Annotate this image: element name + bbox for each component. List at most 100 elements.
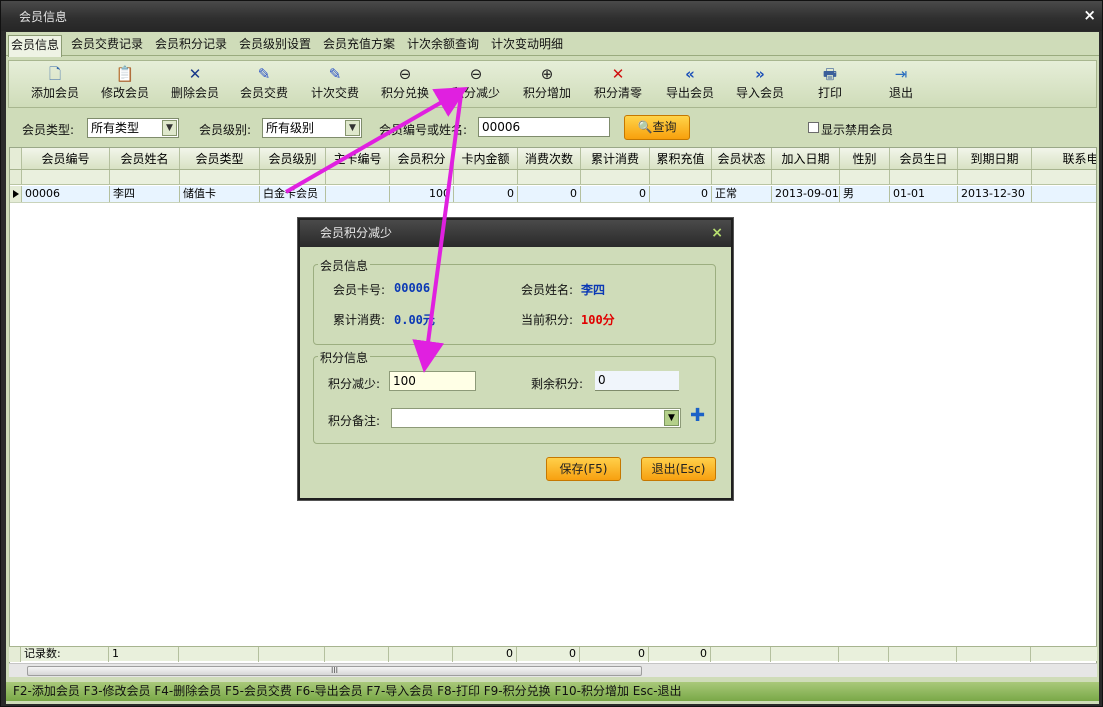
column-header[interactable]: 累计消费 <box>581 148 650 169</box>
column-header[interactable]: 加入日期 <box>772 148 840 169</box>
cell-gender[interactable]: 男 <box>840 186 890 202</box>
member-level-select[interactable]: 所有级别 ▼ <box>262 118 362 138</box>
cell-phone[interactable] <box>1032 186 1096 202</box>
points-increase-button[interactable]: ⊕ 积分增加 <box>514 63 580 105</box>
tab-points-records[interactable]: 会员积分记录 <box>153 35 229 56</box>
tab-count-changes[interactable]: 计次变动明细 <box>489 35 565 56</box>
filter-cell[interactable] <box>260 170 326 184</box>
points-reduce-input[interactable]: 100 <box>389 371 476 391</box>
chevron-down-icon[interactable]: ▼ <box>162 120 177 136</box>
toolbar-label: 积分清零 <box>593 86 642 100</box>
filter-cell[interactable] <box>712 170 772 184</box>
filter-cell[interactable] <box>326 170 390 184</box>
cell-join-date[interactable]: 2013-09-01 <box>772 186 840 202</box>
toolbar-label: 会员交费 <box>239 86 288 100</box>
window-title: 会员信息 <box>19 10 68 24</box>
dialog-exit-button[interactable]: 退出(Esc) <box>641 457 716 481</box>
points-note-combo[interactable]: ▼ <box>391 408 681 428</box>
column-header[interactable]: 卡内金额 <box>454 148 518 169</box>
filter-cell[interactable] <box>110 170 180 184</box>
column-header[interactable]: 会员姓名 <box>110 148 180 169</box>
cell-expire-date[interactable]: 2013-12-30 <box>958 186 1032 202</box>
chevron-down-icon[interactable]: ▼ <box>345 120 360 136</box>
cell-consume-count[interactable]: 0 <box>518 186 581 202</box>
member-type-select[interactable]: 所有类型 ▼ <box>87 118 179 138</box>
column-header[interactable]: 会员级别 <box>260 148 326 169</box>
filter-cell[interactable] <box>454 170 518 184</box>
points-redeem-button[interactable]: ⊖ 积分兑换 <box>372 63 438 105</box>
cell-main-card[interactable] <box>326 186 390 202</box>
column-header[interactable]: 会员生日 <box>890 148 958 169</box>
dialog-title-bar: 会员积分减少 × <box>300 220 731 247</box>
export-member-button[interactable]: « 导出会员 <box>657 63 723 105</box>
filter-cell[interactable] <box>390 170 454 184</box>
member-info-group: 会员信息 会员卡号: 00006 会员姓名: 李四 累计消费: 0.00元 当前… <box>313 257 716 345</box>
table-row[interactable]: 00006 李四 储值卡 白金卡会员 100 0 0 0 0 正常 2013-0… <box>10 186 1096 203</box>
footer-cell <box>179 647 259 662</box>
cell-member-name[interactable]: 李四 <box>110 186 180 202</box>
points-clear-button[interactable]: ✕ 积分清零 <box>585 63 651 105</box>
query-button[interactable]: 🔍查询 <box>624 115 690 140</box>
toolbar-label: 退出 <box>888 86 913 100</box>
grid-filter-row <box>10 170 1096 185</box>
scrollbar-thumb[interactable]: III <box>27 666 642 676</box>
filter-cell[interactable] <box>890 170 958 184</box>
member-payment-button[interactable]: ✎ 会员交费 <box>231 63 297 105</box>
filter-cell[interactable] <box>958 170 1032 184</box>
column-header[interactable]: 会员类型 <box>180 148 260 169</box>
filter-cell[interactable] <box>581 170 650 184</box>
filter-cell[interactable] <box>772 170 840 184</box>
import-member-button[interactable]: » 导入会员 <box>727 63 793 105</box>
save-button[interactable]: 保存(F5) <box>546 457 621 481</box>
column-header[interactable]: 主卡编号 <box>326 148 390 169</box>
add-member-button[interactable]: 🗋 添加会员 <box>22 63 88 105</box>
cell-member-id[interactable]: 00006 <box>22 186 110 202</box>
cell-points[interactable]: 100 <box>390 186 454 202</box>
search-input[interactable]: 00006 <box>478 117 610 137</box>
cell-total-recharge[interactable]: 0 <box>650 186 712 202</box>
import-icon: » <box>755 65 765 83</box>
points-reduce-button[interactable]: ⊖ 积分减少 <box>443 63 509 105</box>
cell-birthday[interactable]: 01-01 <box>890 186 958 202</box>
edit-member-button[interactable]: 📋 修改会员 <box>92 63 158 105</box>
exit-button[interactable]: ⇥ 退出 <box>868 63 934 105</box>
column-header[interactable]: 到期日期 <box>958 148 1032 169</box>
total-consume-label: 累计消费: <box>333 313 386 327</box>
pen-icon: ✎ <box>257 65 271 83</box>
cell-status[interactable]: 正常 <box>712 186 772 202</box>
tab-payment-records[interactable]: 会员交费记录 <box>69 35 145 56</box>
close-icon[interactable]: × <box>1083 6 1096 24</box>
filter-cell[interactable] <box>840 170 890 184</box>
column-header[interactable]: 会员状态 <box>712 148 772 169</box>
column-header[interactable]: 消费次数 <box>518 148 581 169</box>
cell-member-level[interactable]: 白金卡会员 <box>260 186 326 202</box>
filter-cell[interactable] <box>1032 170 1096 184</box>
filter-cell[interactable] <box>22 170 110 184</box>
print-button[interactable]: 🖶 打印 <box>797 63 863 105</box>
tab-level-settings[interactable]: 会员级别设置 <box>237 35 313 56</box>
add-note-icon[interactable]: ✚ <box>690 405 705 426</box>
column-header[interactable]: 会员编号 <box>22 148 110 169</box>
tab-recharge-plans[interactable]: 会员充值方案 <box>321 35 397 56</box>
cell-balance[interactable]: 0 <box>454 186 518 202</box>
current-points-label: 当前积分: <box>521 313 574 327</box>
column-header[interactable]: 累积充值 <box>650 148 712 169</box>
filter-cell[interactable] <box>650 170 712 184</box>
cell-member-type[interactable]: 储值卡 <box>180 186 260 202</box>
cell-total-consume[interactable]: 0 <box>581 186 650 202</box>
close-icon[interactable]: × <box>711 220 723 247</box>
delete-member-button[interactable]: ✕ 删除会员 <box>162 63 228 105</box>
filter-cell[interactable] <box>180 170 260 184</box>
column-header[interactable]: 性别 <box>840 148 890 169</box>
tab-member-info[interactable]: 会员信息 <box>8 35 63 57</box>
current-row-indicator <box>10 186 22 202</box>
count-payment-button[interactable]: ✎ 计次交费 <box>302 63 368 105</box>
filter-cell[interactable] <box>518 170 581 184</box>
column-header[interactable]: 会员积分 <box>390 148 454 169</box>
show-disabled-checkbox[interactable] <box>808 122 819 133</box>
footer-cell <box>771 647 839 662</box>
chevron-down-icon[interactable]: ▼ <box>664 410 679 426</box>
horizontal-scrollbar[interactable]: III <box>9 663 1097 677</box>
column-header[interactable]: 联系电话 <box>1032 148 1096 169</box>
tab-count-balance[interactable]: 计次余额查询 <box>405 35 481 56</box>
